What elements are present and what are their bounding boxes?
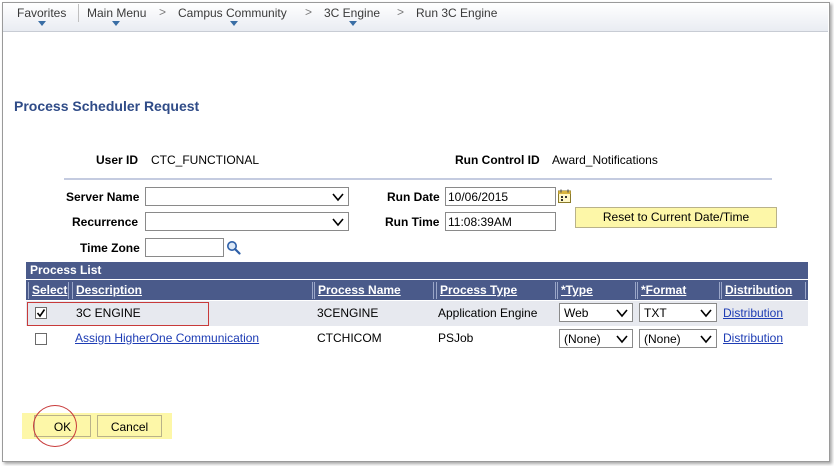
main-menu-dropdown-icon[interactable] (112, 21, 120, 26)
column-description[interactable]: Description (72, 282, 313, 299)
column-format[interactable]: *Format (637, 282, 720, 299)
recurrence-select[interactable] (145, 212, 349, 231)
chevron-down-icon (616, 309, 628, 318)
breadcrumb-separator: > (397, 5, 405, 19)
server-name-select[interactable] (145, 187, 349, 206)
row-process-type: Application Engine (438, 306, 538, 320)
user-id-label: User ID (96, 153, 139, 167)
campus-community-dropdown-icon[interactable] (230, 21, 238, 26)
row-description-link[interactable]: Assign HigherOne Communication (75, 331, 259, 345)
chevron-down-icon (332, 193, 344, 202)
nav-favorites[interactable]: Favorites (17, 6, 66, 20)
nav-3c-engine[interactable]: 3C Engine (324, 6, 380, 20)
process-list-title: Process List (26, 262, 808, 279)
reset-date-time-button[interactable]: Reset to Current Date/Time (575, 207, 777, 228)
nav-campus-community[interactable]: Campus Community (178, 6, 287, 20)
column-select[interactable]: Select (28, 282, 69, 299)
row-process-name: CTCHICOM (317, 331, 382, 345)
chevron-down-icon (700, 309, 712, 318)
distribution-link[interactable]: Distribution (723, 331, 783, 345)
time-zone-input[interactable] (145, 238, 224, 257)
chevron-down-icon (700, 335, 712, 344)
time-zone-label: Time Zone (80, 241, 140, 255)
run-time-label: Run Time (385, 215, 440, 229)
page-title: Process Scheduler Request (14, 98, 200, 114)
user-id-value: CTC_FUNCTIONAL (151, 153, 260, 167)
ok-highlight-annotation (33, 405, 77, 447)
column-distribution[interactable]: Distribution (721, 282, 806, 299)
format-select[interactable]: (None) (639, 329, 717, 348)
row-process-name: 3CENGINE (317, 306, 379, 320)
run-date-label: Run Date (387, 190, 440, 204)
nav-run-3c-engine[interactable]: Run 3C Engine (416, 6, 497, 20)
run-control-id-value: Award_Notifications (552, 153, 658, 167)
format-select[interactable]: TXT (639, 303, 717, 322)
row-select-checkbox[interactable] (35, 333, 47, 345)
calendar-icon[interactable] (558, 189, 571, 203)
nav-divider (78, 4, 79, 22)
cancel-button[interactable]: Cancel (97, 415, 162, 437)
run-date-input[interactable]: 10/06/2015 (445, 187, 556, 206)
magnifier-icon[interactable] (226, 240, 241, 255)
chevron-down-icon (332, 218, 344, 227)
window-frame (2, 2, 830, 462)
column-type[interactable]: *Type (557, 282, 636, 299)
section-divider (64, 178, 772, 180)
type-select[interactable]: (None) (559, 329, 633, 348)
recurrence-label: Recurrence (72, 215, 139, 229)
3c-engine-dropdown-icon[interactable] (349, 21, 357, 26)
breadcrumb-separator: > (305, 5, 313, 19)
distribution-link[interactable]: Distribution (723, 306, 783, 320)
run-time-input[interactable]: 11:08:39AM (445, 212, 556, 231)
column-process-name[interactable]: Process Name (314, 282, 434, 299)
highlight-annotation (27, 302, 209, 326)
column-process-type[interactable]: Process Type (436, 282, 556, 299)
breadcrumb-separator: > (159, 5, 167, 19)
run-control-id-label: Run Control ID (455, 153, 540, 167)
favorites-dropdown-icon[interactable] (38, 21, 46, 26)
nav-main-menu[interactable]: Main Menu (87, 6, 146, 20)
row-process-type: PSJob (438, 331, 474, 345)
server-name-label: Server Name (66, 190, 140, 204)
type-select[interactable]: Web (559, 303, 633, 322)
chevron-down-icon (616, 335, 628, 344)
